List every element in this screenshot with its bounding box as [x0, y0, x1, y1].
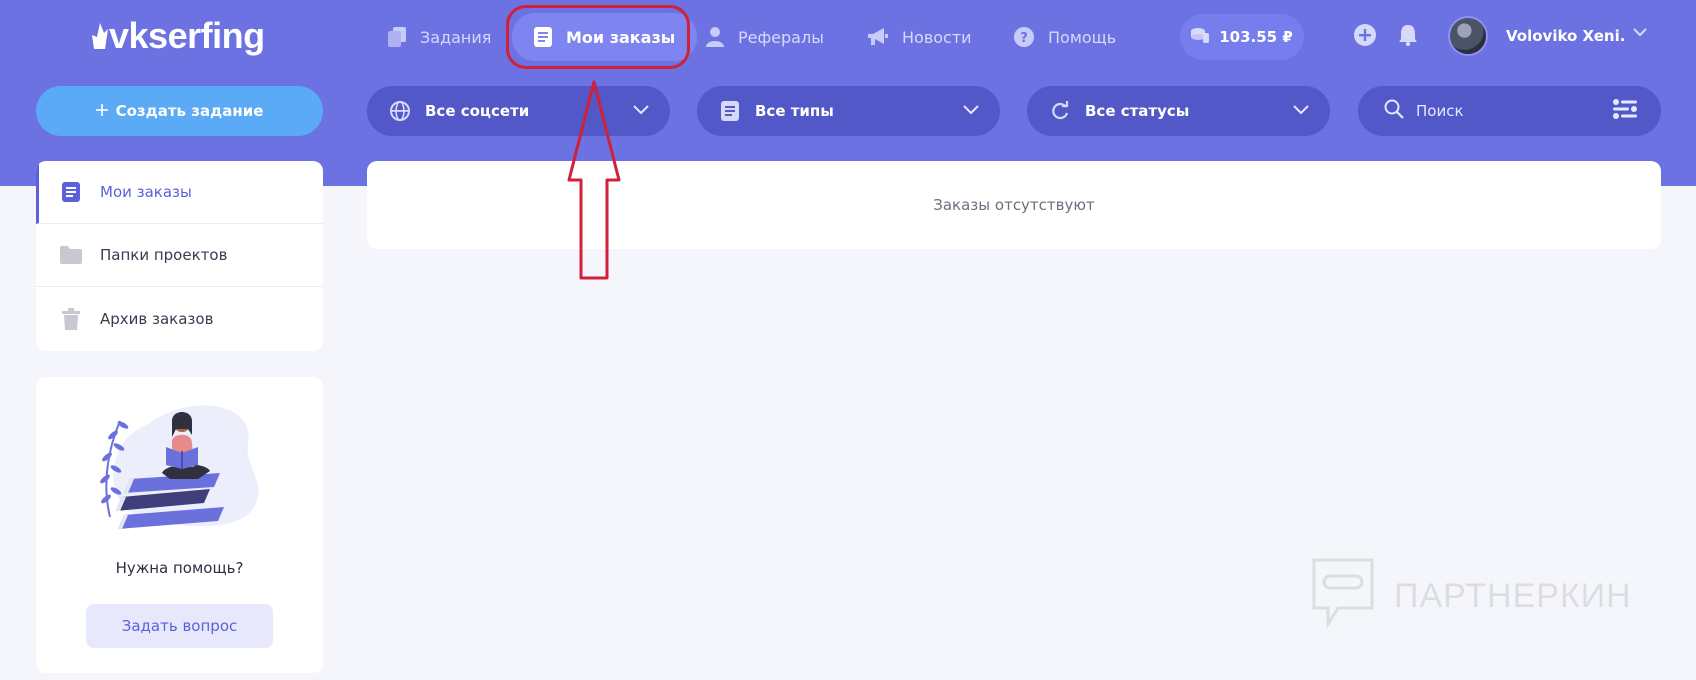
- user-name[interactable]: Voloviko Xeni...: [1506, 22, 1626, 50]
- bell-icon: [1398, 24, 1418, 50]
- chevron-down-icon: [1292, 100, 1310, 122]
- search-icon: [1384, 99, 1404, 123]
- add-button[interactable]: [1350, 22, 1380, 52]
- ask-question-button[interactable]: Задать вопрос: [86, 604, 273, 648]
- filter-label: Все статусы: [1085, 102, 1190, 120]
- balance-badge[interactable]: 103.55 ₽: [1180, 14, 1304, 60]
- svg-text:?: ?: [1020, 31, 1028, 46]
- create-task-label: Создать задание: [115, 102, 264, 120]
- document-icon: [60, 181, 82, 203]
- trash-icon: [60, 307, 82, 330]
- refresh-icon: [1049, 100, 1071, 122]
- filter-types[interactable]: Все типы: [697, 86, 1000, 136]
- watermark-text: ПАРТНЕРКИН: [1394, 577, 1632, 615]
- highlight-annotation: [506, 5, 690, 69]
- nav-item-tasks[interactable]: Задания: [388, 14, 491, 60]
- sidebar-item-label: Папки проектов: [100, 246, 228, 264]
- filter-label: Все типы: [755, 102, 834, 120]
- sidebar-item-order-archive[interactable]: Архив заказов: [36, 287, 323, 350]
- sidebar-item-my-orders[interactable]: Мои заказы: [36, 161, 323, 224]
- sidebar-menu: Мои заказы Папки проектов Архив заказов: [36, 161, 323, 351]
- plus-icon: [95, 102, 108, 120]
- question-icon: ?: [1014, 27, 1034, 47]
- chevron-down-icon: [962, 100, 980, 122]
- chevron-down-icon: [632, 100, 650, 122]
- nav-item-news[interactable]: Новости: [868, 14, 972, 60]
- sidebar-item-label: Архив заказов: [100, 309, 214, 328]
- filter-settings-icon[interactable]: [1613, 99, 1637, 123]
- sidebar-item-project-folders[interactable]: Папки проектов: [36, 224, 323, 287]
- globe-icon: [389, 100, 411, 122]
- empty-state-text: Заказы отсутствуют: [933, 196, 1095, 214]
- search-box[interactable]: [1358, 86, 1661, 136]
- nav-item-help[interactable]: ? Помощь: [1014, 14, 1116, 60]
- folder-icon: [60, 244, 82, 266]
- plus-circle-icon: [1354, 24, 1376, 50]
- nav-item-label: Задания: [420, 27, 492, 47]
- nav-item-label: Рефералы: [738, 27, 824, 47]
- user-icon: [706, 27, 724, 47]
- notifications-button[interactable]: [1393, 22, 1423, 52]
- filter-statuses[interactable]: Все статусы: [1027, 86, 1330, 136]
- logo[interactable]: vkserfing: [92, 14, 265, 58]
- sidebar-item-label: Мои заказы: [100, 183, 192, 201]
- logo-text: vkserfing: [109, 15, 265, 56]
- watermark-logo-icon: [1310, 556, 1376, 637]
- copy-icon: [388, 27, 406, 47]
- help-title: Нужна помощь?: [115, 559, 244, 577]
- logo-mark-icon: [92, 21, 108, 51]
- balance-value: 103.55 ₽: [1219, 28, 1293, 46]
- megaphone-icon: [868, 28, 888, 46]
- coins-icon: [1191, 27, 1210, 47]
- nav-item-referrals[interactable]: Рефералы: [706, 14, 824, 60]
- help-card: Нужна помощь? Задать вопрос: [36, 377, 323, 673]
- chevron-down-icon[interactable]: [1632, 24, 1648, 44]
- watermark: ПАРТНЕРКИН: [1310, 556, 1632, 637]
- orders-empty-state: Заказы отсутствуют: [367, 161, 1661, 249]
- arrow-up-annotation: [567, 80, 621, 280]
- reading-books-illustration: [100, 405, 259, 529]
- avatar[interactable]: [1448, 16, 1488, 56]
- nav-item-label: Помощь: [1048, 27, 1117, 47]
- nav-item-label: Новости: [902, 27, 972, 47]
- filter-social-networks[interactable]: Все соцсети: [367, 86, 670, 136]
- create-task-button[interactable]: Создать задание: [36, 86, 323, 136]
- search-input[interactable]: [1416, 102, 1613, 120]
- document-icon: [719, 100, 741, 122]
